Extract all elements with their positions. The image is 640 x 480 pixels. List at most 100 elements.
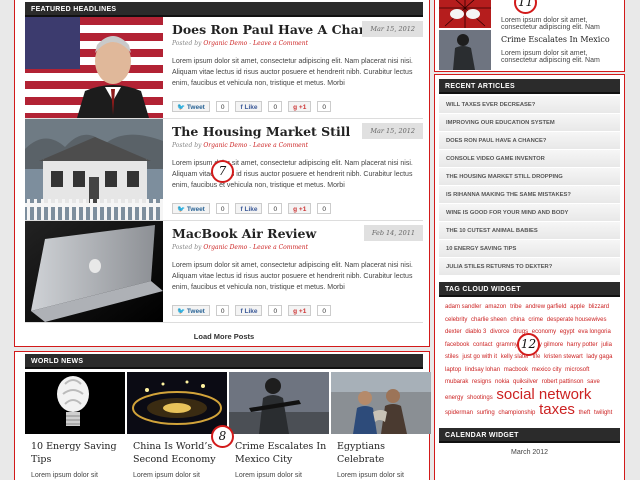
tag-link[interactable]: diablo 3 [465,329,486,335]
google-plus-one-button[interactable]: g +1 [288,101,312,112]
facebook-like-button[interactable]: f Like [235,203,263,214]
facebook-like-button[interactable]: f Like [235,101,263,112]
plus-one-count: 0 [317,101,331,112]
world-news-item: Egyptians Celebrate Lorem ipsum dolor si… [331,372,431,479]
recent-article-link[interactable]: THE HOUSING MARKET STILL DROPPING [439,168,620,186]
tag-link[interactable]: social network [496,386,591,403]
annotation-badge: 8 [211,425,234,448]
tag-link[interactable]: quiksilver [513,379,538,385]
tag-link[interactable]: theft [579,410,591,416]
tag-link[interactable]: mubarak [445,379,468,385]
post-date: Mar 15, 2012 [362,123,423,139]
post-excerpt: Lorem ipsum dolor sit amet, consectetur … [172,58,413,87]
google-plus-icon: g [293,308,298,315]
tag-link[interactable]: championship [498,410,535,416]
tag-link[interactable]: microsoft [565,367,589,373]
facebook-like-button[interactable]: f Like [235,305,263,316]
tweet-button[interactable]: 🐦 Tweet [172,305,210,316]
author-link[interactable]: Organic Demo [203,40,247,47]
tag-link[interactable]: apple [570,304,585,310]
tag-link[interactable]: just go with it [462,354,497,360]
tag-link[interactable]: surfing [477,410,495,416]
leave-comment-link[interactable]: Leave a Comment [253,142,308,149]
tag-link[interactable]: macbook [504,367,528,373]
google-plus-one-button[interactable]: g +1 [288,203,312,214]
tag-link[interactable]: tribe [510,304,522,310]
post-thumbnail-macbook[interactable] [25,221,163,322]
annotation-badge: 7 [211,160,234,183]
world-news-title[interactable]: 10 Energy Saving Tips [31,440,125,466]
tag-link[interactable]: shootings [467,395,493,401]
recent-article-link[interactable]: 10 ENERGY SAVING TIPS [439,240,620,258]
tag-link[interactable]: nokia [495,379,509,385]
world-news-item: 10 Energy Saving Tips Lorem ipsum dolor … [25,372,125,479]
tag-link[interactable]: eva longoria [578,329,611,335]
leave-comment-link[interactable]: Leave a Comment [253,40,308,47]
share-bar: 🐦 Tweet 0 f Like 0 g +1 0 [172,101,331,112]
tweet-button[interactable]: 🐦 Tweet [172,101,210,112]
post-excerpt: Lorem ipsum dolor sit amet, consectetur … [172,262,413,291]
post-thumbnail-ron-paul[interactable] [25,17,163,118]
tag-link[interactable]: taxes [539,401,575,418]
tag-link[interactable]: andrew garfield [525,304,566,310]
load-more-posts-button[interactable]: Load More Posts [25,323,423,347]
recent-article-link[interactable]: WILL TAXES EVER DECREASE? [439,96,620,114]
twitter-bird-icon: 🐦 [177,206,186,213]
tag-link[interactable]: desperate housewives [547,317,607,323]
tag-link[interactable]: laptop [445,367,461,373]
recent-article-link[interactable]: DOES RON PAUL HAVE A CHANCE? [439,132,620,150]
recent-article-link[interactable]: IS RIHANNA MAKING THE SAME MISTAKES? [439,186,620,204]
tag-link[interactable]: mexico city [532,367,562,373]
plus-one-count: 0 [317,203,331,214]
post-thumbnail-house[interactable] [25,119,163,220]
tag-link[interactable]: china [510,317,524,323]
google-plus-one-button[interactable]: g +1 [288,305,312,316]
tag-link[interactable]: egypt [560,329,575,335]
tag-link[interactable]: robert pattinson [542,379,584,385]
tag-link[interactable]: kristen stewart [544,354,583,360]
tag-link[interactable]: facebook [445,342,469,348]
tag-link[interactable]: adam sandler [445,304,481,310]
twitter-bird-icon: 🐦 [177,308,186,315]
leave-comment-link[interactable]: Leave a Comment [253,244,308,251]
tag-link[interactable]: life [533,354,541,360]
tag-link[interactable]: harry potter [567,342,598,348]
sidebar-post-excerpt: Lorem ipsum dolor sit amet, consectetur … [501,17,600,31]
tag-link[interactable]: lady gaga [586,354,612,360]
recent-articles-list: WILL TAXES EVER DECREASE? IMPROVING OUR … [439,96,620,276]
sidebar-thumbnail-spiderman[interactable] [439,0,491,28]
world-news-thumbnail-egypt[interactable] [331,372,431,434]
world-news-title[interactable]: Crime Escalates In Mexico City [235,440,329,466]
tag-link[interactable]: amazon [485,304,506,310]
facebook-icon: f [240,104,243,111]
tag-link[interactable]: charlie sheen [471,317,507,323]
recent-article-link[interactable]: IMPROVING OUR EDUCATION SYSTEM [439,114,620,132]
world-news-thumbnail-china[interactable] [127,372,227,434]
tag-link[interactable]: contact [473,342,492,348]
featured-post: Does Ron Paul Have A Chance? Posted by O… [25,17,423,119]
tag-link[interactable]: twilight [594,410,612,416]
recent-article-link[interactable]: WINE IS GOOD FOR YOUR MIND AND BODY [439,204,620,222]
author-link[interactable]: Organic Demo [203,142,247,149]
tweet-button[interactable]: 🐦 Tweet [172,203,210,214]
author-link[interactable]: Organic Demo [203,244,247,251]
facebook-icon: f [240,206,243,213]
post-meta: Posted by Organic Demo - Leave a Comment [172,40,308,47]
recent-article-link[interactable]: CONSOLE VIDEO GAME INVENTOR [439,150,620,168]
tag-link[interactable]: economy [532,329,556,335]
tag-link[interactable]: crime [528,317,543,323]
tag-link[interactable]: lindsay lohan [465,367,500,373]
sidebar-thumbnail-soldier[interactable] [439,30,491,70]
world-news-thumbnail-bulb[interactable] [25,372,125,434]
sidebar-post-title[interactable]: Crime Escalates In Mexico [501,35,610,44]
tag-link[interactable]: celebrity [445,317,467,323]
recent-article-link[interactable]: JULIA STILES RETURNS TO DEXTER? [439,258,620,276]
recent-article-link[interactable]: THE 10 CUTEST ANIMAL BABIES [439,222,620,240]
tag-link[interactable]: blizzard [588,304,609,310]
tag-link[interactable]: divorce [490,329,509,335]
world-news-title[interactable]: Egyptians Celebrate [337,440,431,466]
world-news-thumbnail-soldier[interactable] [229,372,329,434]
tag-link[interactable]: spiderman [445,410,473,416]
tag-link[interactable]: dexter [445,329,462,335]
tag-link[interactable]: resigns [472,379,491,385]
